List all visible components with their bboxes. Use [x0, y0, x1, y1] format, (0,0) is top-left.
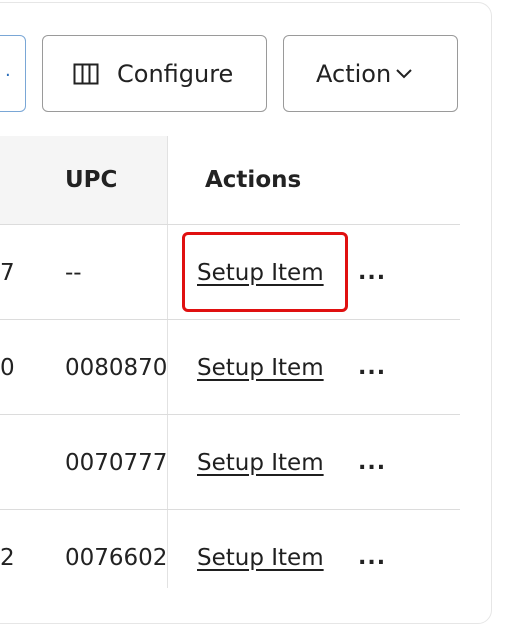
table-row: 0 0080870 Setup Item ...: [0, 319, 460, 415]
table-row: 2 0076602 Setup Item ...: [0, 509, 460, 605]
column-header-upc: UPC: [65, 167, 118, 193]
row-first-cell: 0: [0, 354, 15, 381]
action-dropdown-button[interactable]: Action: [283, 35, 458, 112]
row-upc: 0080870: [65, 354, 167, 381]
row-first-cell: [0, 415, 30, 510]
table-header: UPC Actions: [0, 136, 460, 224]
highlight-box: [182, 232, 348, 312]
columns-icon: [73, 63, 99, 84]
partial-toolbar-button[interactable]: .: [0, 35, 26, 112]
more-actions-button[interactable]: ...: [358, 510, 386, 605]
row-upc: --: [65, 259, 82, 286]
more-actions-button[interactable]: ...: [358, 320, 386, 415]
more-actions-button[interactable]: ...: [358, 225, 386, 320]
more-actions-button[interactable]: ...: [358, 415, 386, 510]
configure-button[interactable]: Configure: [42, 35, 267, 112]
row-first-cell: 7: [0, 259, 15, 286]
configure-label: Configure: [117, 59, 234, 88]
row-upc: 0070777: [65, 449, 167, 476]
setup-item-link[interactable]: Setup Item: [197, 320, 324, 415]
row-upc: 0076602: [65, 544, 167, 571]
partial-button-mark: .: [5, 60, 11, 81]
row-first-cell: 2: [0, 544, 15, 571]
table-row: 0070777 Setup Item ...: [0, 414, 460, 510]
setup-item-link[interactable]: Setup Item: [197, 415, 324, 510]
setup-item-link[interactable]: Setup Item: [197, 510, 324, 605]
column-header-actions: Actions: [205, 167, 302, 193]
action-label: Action: [316, 59, 392, 88]
chevron-down-icon: [396, 68, 412, 78]
